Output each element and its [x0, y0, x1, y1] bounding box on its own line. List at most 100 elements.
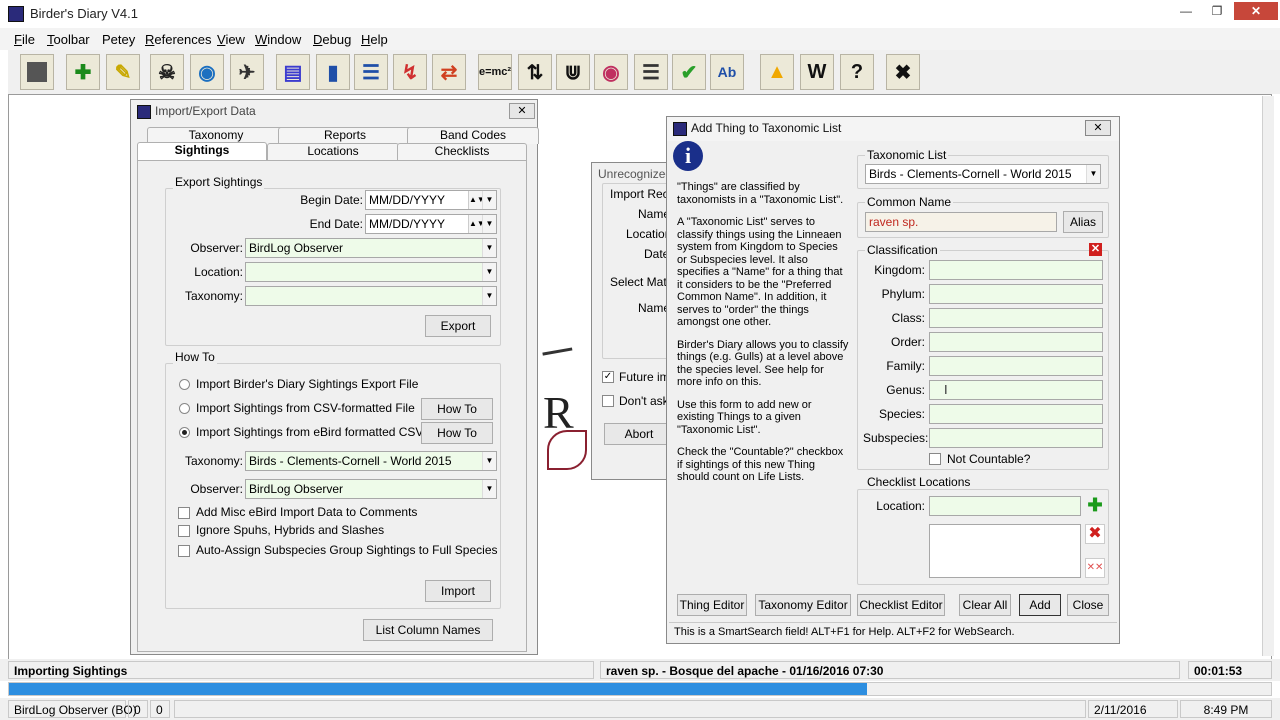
- taxonomy-select[interactable]: ▼: [245, 286, 497, 306]
- genus-input[interactable]: I: [929, 380, 1103, 400]
- taxonomic-list-select[interactable]: Birds - Clements-Cornell - World 2015 ▼: [865, 164, 1101, 184]
- add-misc-data-checkbox[interactable]: [178, 507, 190, 519]
- observer-select[interactable]: BirdLog Observer ▼: [245, 238, 497, 258]
- stop-icon[interactable]: [20, 54, 54, 90]
- lightning-icon[interactable]: ↯: [393, 54, 427, 90]
- menu-window[interactable]: Window: [255, 32, 301, 47]
- branch-icon[interactable]: ⋓: [556, 54, 590, 90]
- tab-sightings[interactable]: Sightings: [137, 142, 267, 161]
- minimize-button[interactable]: —: [1172, 2, 1200, 20]
- import-observer-dropdown-icon[interactable]: ▼: [482, 480, 496, 498]
- pencil-icon[interactable]: ✎: [106, 54, 140, 90]
- future-imports-checkbox[interactable]: ✓: [602, 371, 614, 383]
- tab-band-codes[interactable]: Band Codes: [407, 127, 539, 144]
- add-thing-close-button[interactable]: ✕: [1085, 120, 1111, 136]
- window-close-button[interactable]: ✕: [1234, 2, 1278, 20]
- books-icon[interactable]: ▤: [276, 54, 310, 90]
- location-select[interactable]: ▼: [245, 262, 497, 282]
- list-column-names-button[interactable]: List Column Names: [363, 619, 493, 641]
- taxonomy-dropdown-icon[interactable]: ▼: [482, 287, 496, 305]
- emc2-icon[interactable]: e=mc²: [478, 54, 512, 90]
- checklist-locations-label: Checklist Locations: [865, 475, 973, 489]
- warning-icon[interactable]: ▲: [760, 54, 794, 90]
- add-button[interactable]: Add: [1019, 594, 1061, 616]
- location-dropdown-icon[interactable]: ▼: [482, 263, 496, 281]
- menu-view[interactable]: View: [217, 32, 245, 47]
- tab-checklists[interactable]: Checklists: [397, 143, 527, 160]
- begin-date-dropdown-icon[interactable]: ▼: [482, 191, 496, 209]
- ignore-spuhs-checkbox[interactable]: [178, 525, 190, 537]
- radio-bd-export[interactable]: [179, 379, 190, 390]
- w-icon[interactable]: W: [800, 54, 834, 90]
- subspecies-input[interactable]: [929, 428, 1103, 448]
- alias-button[interactable]: Alias: [1063, 211, 1103, 233]
- spell-icon[interactable]: Ab: [710, 54, 744, 90]
- close-button[interactable]: Close: [1067, 594, 1109, 616]
- import-export-close-button[interactable]: ✕: [509, 103, 535, 119]
- end-date-spinner-icon[interactable]: ▲▼: [468, 215, 485, 233]
- taxonomy-editor-button[interactable]: Taxonomy Editor: [755, 594, 851, 616]
- add-icon[interactable]: ✚: [66, 54, 100, 90]
- begin-date-spinner-icon[interactable]: ▲▼: [468, 191, 485, 209]
- import-taxonomy-select[interactable]: Birds - Clements-Cornell - World 2015 ▼: [245, 451, 497, 471]
- sliders-icon[interactable]: ☰: [634, 54, 668, 90]
- globe-icon[interactable]: ◉: [190, 54, 224, 90]
- close-x-icon[interactable]: ✖: [886, 54, 920, 90]
- kingdom-input[interactable]: [929, 260, 1103, 280]
- order-input[interactable]: [929, 332, 1103, 352]
- import-observer-select[interactable]: BirdLog Observer ▼: [245, 479, 497, 499]
- remove-all-locations-icon[interactable]: ✕✕: [1085, 558, 1105, 578]
- tab-reports[interactable]: Reports: [278, 127, 412, 144]
- arrows-icon[interactable]: ⇄: [432, 54, 466, 90]
- export-sightings-label: Export Sightings: [173, 175, 265, 189]
- auto-assign-checkbox[interactable]: [178, 545, 190, 557]
- add-location-icon[interactable]: ✚: [1087, 496, 1103, 514]
- dont-ask-checkbox[interactable]: [602, 395, 614, 407]
- radio-ebird[interactable]: [179, 427, 190, 438]
- tab-locations[interactable]: Locations: [267, 143, 399, 160]
- class-input[interactable]: [929, 308, 1103, 328]
- remove-location-icon[interactable]: ✖: [1085, 524, 1105, 544]
- airplane-icon[interactable]: ✈: [230, 54, 264, 90]
- checklist-editor-button[interactable]: Checklist Editor: [857, 594, 945, 616]
- help-icon[interactable]: ?: [840, 54, 874, 90]
- how-to-ebird-button[interactable]: How To: [421, 422, 493, 444]
- vertical-scrollbar[interactable]: [1262, 96, 1274, 656]
- import-taxonomy-dropdown-icon[interactable]: ▼: [482, 452, 496, 470]
- observer-dropdown-icon[interactable]: ▼: [482, 239, 496, 257]
- begin-date-input[interactable]: MM/DD/YYYY ▲▼ ▼: [365, 190, 497, 210]
- thing-editor-button[interactable]: Thing Editor: [677, 594, 747, 616]
- species-input[interactable]: [929, 404, 1103, 424]
- menu-toolbar[interactable]: Toolbar: [47, 32, 90, 47]
- menu-debug[interactable]: Debug: [313, 32, 351, 47]
- radio-csv[interactable]: [179, 403, 190, 414]
- bar-chart-icon[interactable]: ▮: [316, 54, 350, 90]
- family-input[interactable]: [929, 356, 1103, 376]
- maximize-button[interactable]: ❐: [1203, 2, 1231, 20]
- how-to-csv-button[interactable]: How To: [421, 398, 493, 420]
- menu-help[interactable]: Help: [361, 32, 388, 47]
- not-countable-checkbox[interactable]: [929, 453, 941, 465]
- radio-ebird-label: Import Sightings from eBird formatted CS…: [196, 425, 443, 439]
- end-date-dropdown-icon[interactable]: ▼: [482, 215, 496, 233]
- clear-all-button[interactable]: Clear All: [959, 594, 1011, 616]
- menu-file[interactable]: File: [14, 32, 35, 47]
- taxonomy-label: Taxonomy:: [184, 289, 243, 303]
- clear-classification-icon[interactable]: ✕: [1089, 243, 1102, 256]
- binoculars-icon[interactable]: ☠: [150, 54, 184, 90]
- checklist-location-input[interactable]: [929, 496, 1081, 516]
- checklist-locations-list[interactable]: [929, 524, 1081, 578]
- end-date-input[interactable]: MM/DD/YYYY ▲▼ ▼: [365, 214, 497, 234]
- abort-button[interactable]: Abort: [604, 423, 674, 445]
- export-button[interactable]: Export: [425, 315, 491, 337]
- common-name-input[interactable]: raven sp.: [865, 212, 1057, 232]
- paint-icon[interactable]: ◉: [594, 54, 628, 90]
- taxonomic-list-dropdown-icon[interactable]: ▼: [1086, 165, 1100, 183]
- check-icon[interactable]: ✔: [672, 54, 706, 90]
- phylum-input[interactable]: [929, 284, 1103, 304]
- list-icon[interactable]: ☰: [354, 54, 388, 90]
- import-button[interactable]: Import: [425, 580, 491, 602]
- sort-icon[interactable]: ⇅: [518, 54, 552, 90]
- menu-petey[interactable]: Petey: [102, 32, 135, 47]
- menu-references[interactable]: References: [145, 32, 211, 47]
